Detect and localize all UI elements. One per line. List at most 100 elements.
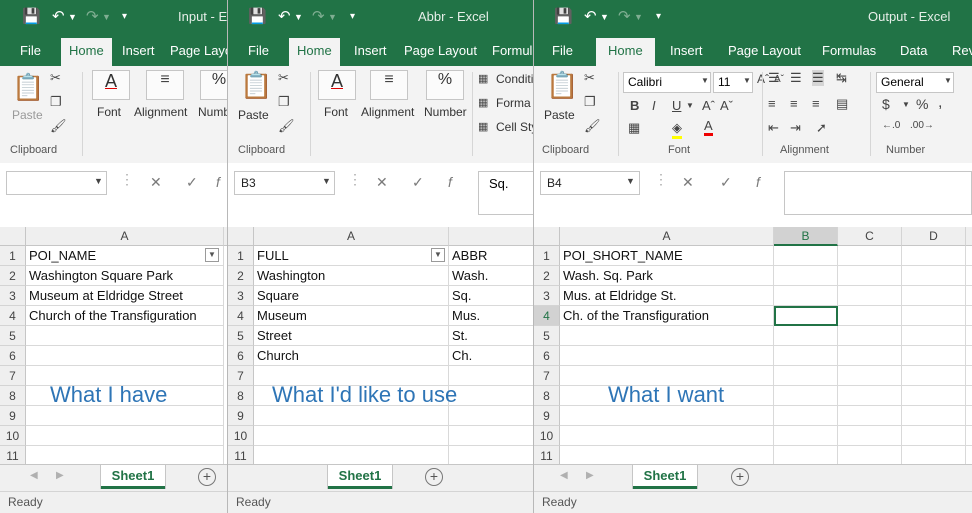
cell-a4[interactable]: Church of the Transfiguration bbox=[26, 306, 224, 326]
copy-icon[interactable]: ❐ bbox=[278, 94, 290, 110]
paste-icon[interactable]: 📋 bbox=[546, 70, 578, 101]
tab-formulas[interactable]: Formula bbox=[492, 43, 533, 58]
align-middle-icon[interactable]: ☰ bbox=[790, 70, 802, 86]
select-all-corner[interactable] bbox=[228, 227, 254, 246]
font-grow-icon[interactable]: Aˆ bbox=[702, 98, 715, 113]
sheet-tab-sheet1[interactable]: Sheet1 bbox=[328, 465, 392, 489]
grid-cell[interactable] bbox=[254, 446, 449, 466]
row-header[interactable]: 7 bbox=[228, 366, 254, 386]
paste-label[interactable]: Paste bbox=[12, 108, 43, 122]
paste-icon[interactable]: 📋 bbox=[240, 70, 272, 101]
sheet-prev-icon[interactable]: ◀ bbox=[30, 470, 38, 481]
wrap-text-icon[interactable]: ↹ bbox=[836, 70, 847, 86]
name-box[interactable]: B4 bbox=[540, 171, 640, 195]
redo-icon[interactable]: ↷ bbox=[312, 7, 325, 25]
cell-a4[interactable]: Museum bbox=[254, 306, 449, 326]
conditional-formatting-label[interactable]: Conditi bbox=[496, 72, 533, 86]
grid-cell[interactable] bbox=[902, 406, 966, 426]
comma-style-icon[interactable]: , bbox=[938, 94, 942, 112]
sheet-prev-icon[interactable]: ◀ bbox=[560, 470, 568, 481]
row-header[interactable]: 9 bbox=[228, 406, 254, 426]
row-header[interactable]: 10 bbox=[228, 426, 254, 446]
grid-cell[interactable] bbox=[966, 326, 972, 346]
alignment-button[interactable]: ≡ bbox=[370, 70, 408, 100]
grid-cell[interactable] bbox=[838, 306, 902, 326]
active-cell-b4[interactable] bbox=[774, 306, 838, 326]
tab-formulas[interactable]: Formulas bbox=[822, 43, 876, 58]
grid-cell[interactable] bbox=[560, 326, 774, 346]
name-box[interactable]: B3 bbox=[234, 171, 335, 195]
decrease-indent-icon[interactable]: ⇤ bbox=[768, 120, 779, 136]
undo-icon[interactable]: ↶ bbox=[52, 7, 65, 25]
tab-home[interactable]: Home bbox=[289, 38, 340, 66]
row-header[interactable]: 3 bbox=[534, 286, 560, 306]
paste-label[interactable]: Paste bbox=[238, 108, 269, 122]
grid-cell[interactable] bbox=[966, 246, 972, 266]
align-center-icon[interactable]: ≡ bbox=[790, 96, 798, 111]
row-header[interactable]: 4 bbox=[534, 306, 560, 326]
name-box[interactable] bbox=[6, 171, 107, 195]
cell-styles-label[interactable]: Cell Sty bbox=[496, 120, 533, 134]
paste-icon[interactable]: 📋 bbox=[12, 72, 44, 103]
filter-dropdown-icon[interactable]: ▼ bbox=[431, 248, 445, 262]
grid-cell[interactable] bbox=[449, 406, 533, 426]
grid-cell[interactable] bbox=[902, 366, 966, 386]
font-label[interactable]: Font bbox=[97, 105, 121, 119]
customize-qat-icon[interactable]: ▾ bbox=[122, 11, 127, 22]
grid-cell[interactable] bbox=[449, 386, 533, 406]
grid-cell[interactable] bbox=[966, 386, 972, 406]
row-header[interactable]: 3 bbox=[228, 286, 254, 306]
grid-cell[interactable] bbox=[966, 286, 972, 306]
cell-b5[interactable]: St. bbox=[449, 326, 533, 346]
grid-cell[interactable] bbox=[560, 406, 774, 426]
row-header[interactable]: 11 bbox=[228, 446, 254, 466]
align-left-icon[interactable]: ≡ bbox=[768, 96, 776, 111]
row-header[interactable]: 11 bbox=[534, 446, 560, 466]
merge-center-icon[interactable]: ▤ bbox=[836, 96, 848, 112]
row-header[interactable]: 4 bbox=[0, 306, 26, 326]
format-painter-icon[interactable]: 🖌 bbox=[278, 118, 295, 134]
row-header[interactable]: 8 bbox=[0, 386, 26, 406]
grid-cell[interactable] bbox=[774, 286, 838, 306]
currency-dropdown-icon[interactable]: ▼ bbox=[902, 100, 910, 109]
grid-cell[interactable] bbox=[902, 446, 966, 466]
grid-cell[interactable] bbox=[838, 346, 902, 366]
grid-cell[interactable] bbox=[838, 426, 902, 446]
grid-cell[interactable] bbox=[838, 446, 902, 466]
row-header[interactable]: 9 bbox=[0, 406, 26, 426]
underline-icon[interactable]: U bbox=[672, 98, 681, 113]
column-header-b[interactable] bbox=[449, 227, 533, 246]
font-color-icon[interactable]: A bbox=[704, 118, 713, 136]
currency-icon[interactable]: $ bbox=[882, 96, 890, 112]
confirm-icon[interactable]: ✓ bbox=[412, 174, 424, 191]
number-label[interactable]: Numb bbox=[198, 105, 227, 119]
tab-insert[interactable]: Insert bbox=[122, 43, 155, 58]
grid-cell[interactable] bbox=[902, 346, 966, 366]
grid-cell[interactable] bbox=[838, 286, 902, 306]
redo-dropdown-icon[interactable]: ▼ bbox=[634, 12, 643, 22]
cut-icon[interactable]: ✂ bbox=[50, 70, 61, 86]
confirm-icon[interactable]: ✓ bbox=[720, 174, 732, 191]
cell-a1[interactable]: POI_SHORT_NAME bbox=[560, 246, 774, 266]
cell-a2[interactable]: Washington Square Park bbox=[26, 266, 224, 286]
font-name-select[interactable]: Calibri bbox=[623, 72, 711, 93]
redo-icon[interactable]: ↷ bbox=[86, 7, 99, 25]
row-header[interactable]: 1 bbox=[228, 246, 254, 266]
cell-a2[interactable]: Washington bbox=[254, 266, 449, 286]
row-header[interactable]: 4 bbox=[228, 306, 254, 326]
cancel-icon[interactable]: ✕ bbox=[682, 174, 694, 191]
row-header[interactable]: 1 bbox=[0, 246, 26, 266]
cell-a5[interactable]: Street bbox=[254, 326, 449, 346]
cell-b1[interactable]: ABBR bbox=[449, 246, 533, 266]
fill-color-icon[interactable]: ◈ bbox=[672, 120, 682, 139]
customize-qat-icon[interactable]: ▾ bbox=[656, 11, 661, 22]
tab-home[interactable]: Home bbox=[61, 38, 112, 66]
column-header-c[interactable]: C bbox=[838, 227, 902, 246]
borders-icon[interactable]: ▦ bbox=[628, 120, 640, 136]
grid-cell[interactable] bbox=[966, 406, 972, 426]
customize-qat-icon[interactable]: ▾ bbox=[350, 11, 355, 22]
tab-page-layout[interactable]: Page Layout bbox=[404, 43, 477, 58]
grid-cell[interactable] bbox=[26, 346, 224, 366]
grid-cell[interactable] bbox=[838, 386, 902, 406]
row-header[interactable]: 11 bbox=[0, 446, 26, 466]
